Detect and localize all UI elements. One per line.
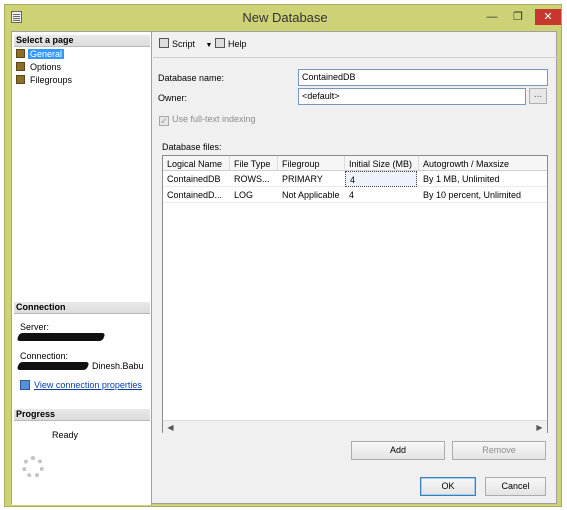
column-header[interactable]: Filegroup	[278, 156, 345, 171]
help-icon	[215, 38, 225, 48]
script-dropdown-icon[interactable]: ▼	[206, 42, 213, 49]
connection-properties-icon	[20, 380, 30, 390]
view-connection-properties-link[interactable]: View connection properties	[20, 380, 142, 390]
horizontal-scrollbar[interactable]: ◀ ▶	[163, 420, 547, 433]
database-files-label: Database files:	[162, 142, 222, 152]
table-cell[interactable]: ROWS...	[230, 171, 278, 187]
help-button[interactable]: Help	[215, 38, 247, 52]
page-item-general[interactable]: General	[16, 49, 65, 61]
title-bar: New Database — ❐ ✕	[5, 5, 561, 30]
page-icon	[16, 62, 25, 71]
owner-input[interactable]: <default>	[298, 88, 526, 105]
progress-spinner-icon	[22, 456, 44, 478]
table-cell[interactable]: 4	[345, 171, 417, 187]
progress-status: Ready	[52, 430, 79, 440]
page-item-options[interactable]: Options	[16, 62, 63, 74]
ok-button[interactable]: OK	[420, 477, 476, 496]
checkbox-box: ✓	[159, 116, 169, 126]
redacted-server-name	[16, 333, 106, 341]
database-files-grid: Logical Name File Type Filegroup Initial…	[162, 155, 548, 433]
close-button[interactable]: ✕	[535, 9, 561, 25]
minimize-button[interactable]: —	[481, 9, 503, 25]
page-item-label: Filegroups	[30, 75, 73, 85]
table-cell[interactable]: 4	[345, 187, 419, 203]
cancel-button[interactable]: Cancel	[485, 477, 546, 496]
select-page-header: Select a page	[14, 35, 150, 47]
browse-owner-button[interactable]: ...	[529, 88, 547, 104]
window-menu-icon[interactable]	[11, 11, 22, 23]
fulltext-label: Use full-text indexing	[172, 114, 256, 124]
table-cell[interactable]: ContainedD...	[163, 187, 230, 203]
page-item-label: General	[28, 49, 65, 59]
server-label: Server:	[20, 322, 50, 332]
table-row[interactable]: ContainedDB ROWS... PRIMARY 4 By 1 MB, U…	[163, 171, 547, 187]
column-header[interactable]: Initial Size (MB)	[345, 156, 419, 171]
view-connection-properties-label: View connection properties	[34, 380, 142, 390]
script-button[interactable]: Script ▼	[159, 38, 212, 52]
owner-label: Owner:	[158, 93, 188, 103]
maximize-button[interactable]: ❐	[507, 9, 529, 25]
connection-value: Dinesh.Babu	[92, 361, 144, 371]
page-icon	[16, 75, 25, 84]
table-cell[interactable]: By 10 percent, Unlimited	[419, 187, 547, 203]
grid-header: Logical Name File Type Filegroup Initial…	[163, 156, 547, 171]
table-cell[interactable]: LOG	[230, 187, 278, 203]
script-label: Script	[172, 39, 196, 49]
toolbar: Script ▼ Help	[153, 32, 558, 58]
column-header[interactable]: Autogrowth / Maxsize	[419, 156, 547, 171]
page-item-filegroups[interactable]: Filegroups	[16, 75, 74, 87]
window-title: New Database	[242, 10, 328, 25]
table-cell[interactable]: Not Applicable	[278, 187, 345, 203]
connection-label: Connection:	[20, 351, 69, 361]
database-name-input[interactable]: ContainedDB	[298, 69, 548, 86]
fulltext-checkbox[interactable]: ✓ Use full-text indexing	[159, 114, 256, 127]
script-icon	[159, 38, 169, 48]
table-cell[interactable]: PRIMARY	[278, 171, 345, 187]
column-header[interactable]: Logical Name	[163, 156, 230, 171]
connection-header: Connection	[14, 302, 150, 314]
progress-header: Progress	[14, 409, 150, 421]
redacted-connection-name	[16, 362, 90, 370]
page-item-label: Options	[30, 62, 62, 72]
help-label: Help	[228, 39, 247, 49]
database-name-label: Database name:	[158, 73, 225, 83]
page-icon	[16, 49, 25, 58]
column-header[interactable]: File Type	[230, 156, 278, 171]
scroll-left-icon[interactable]: ◀	[165, 422, 176, 433]
scroll-right-icon[interactable]: ▶	[534, 422, 545, 433]
add-button[interactable]: Add	[351, 441, 445, 460]
table-cell[interactable]: By 1 MB, Unlimited	[419, 171, 547, 187]
remove-button[interactable]: Remove	[452, 441, 546, 460]
table-row[interactable]: ContainedD... LOG Not Applicable 4 By 10…	[163, 187, 547, 203]
left-panel: Select a page General Options Filegroups…	[12, 32, 152, 505]
table-cell[interactable]: ContainedDB	[163, 171, 230, 187]
